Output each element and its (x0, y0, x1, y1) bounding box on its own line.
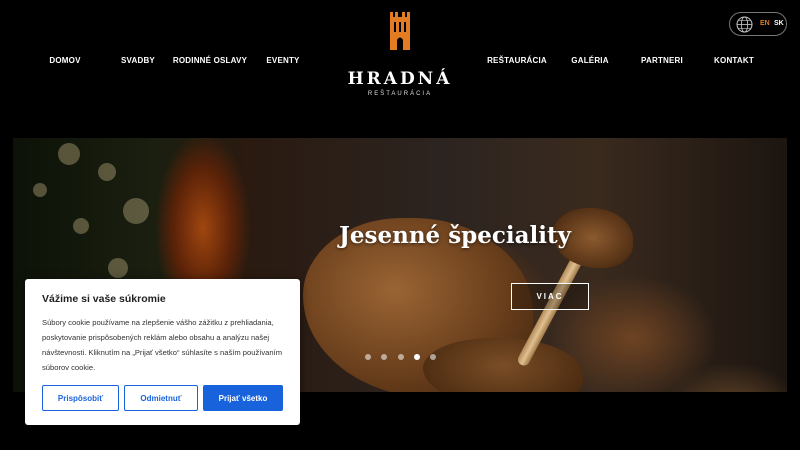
duck-leg-image (423, 338, 583, 392)
lang-en[interactable]: EN (760, 20, 770, 27)
hero-more-button[interactable]: VIAC (511, 283, 589, 310)
slider-dot[interactable] (398, 354, 404, 360)
cookie-reject-button[interactable]: Odmietnuť (124, 385, 198, 411)
cookie-consent-banner: Vážime si vaše súkromie Súbory cookie po… (25, 279, 300, 425)
logo-subtitle: REŠTAURÁCIA (367, 91, 433, 97)
hero-title: Jesenné špeciality (339, 222, 571, 249)
cookie-title: Vážime si vaše súkromie (42, 293, 166, 305)
bokeh-light (58, 143, 80, 165)
bokeh-light (33, 183, 47, 197)
slider-dot[interactable] (365, 354, 371, 360)
nav-rodinne-oslavy[interactable]: RODINNÉ OSLAVY (173, 56, 247, 65)
nav-kontakt[interactable]: KONTAKT (714, 56, 754, 65)
nav-restauracia[interactable]: REŠTAURÁCIA (487, 56, 547, 65)
cookie-accept-all-button[interactable]: Prijať všetko (203, 385, 283, 411)
logo-title: HRADNÁ (347, 69, 453, 89)
nav-domov[interactable]: DOMOV (49, 56, 80, 65)
cookie-text: Súbory cookie používame na zlepšenie váš… (42, 318, 283, 372)
bokeh-light (98, 163, 116, 181)
language-switcher[interactable]: EN SK (729, 12, 787, 36)
castle-tower-icon (390, 12, 410, 50)
nav-svadby[interactable]: SVADBY (121, 56, 155, 65)
site-header: DOMOV SVADBY RODINNÉ OSLAVY EVENTY HRADN… (0, 0, 800, 110)
bokeh-light (108, 258, 128, 278)
logo[interactable]: HRADNÁ REŠTAURÁCIA (340, 12, 460, 97)
nav-partneri[interactable]: PARTNERI (641, 56, 683, 65)
nav-galeria[interactable]: GALÉRIA (571, 56, 608, 65)
slider-dot[interactable] (430, 354, 436, 360)
bokeh-light (123, 198, 149, 224)
lang-sk[interactable]: SK (774, 20, 784, 27)
slider-dot[interactable] (381, 354, 387, 360)
globe-icon (736, 16, 753, 33)
slider-dot-active[interactable] (414, 354, 420, 360)
cookie-customize-button[interactable]: Prispôsobiť (42, 385, 119, 411)
nav-eventy[interactable]: EVENTY (266, 56, 299, 65)
